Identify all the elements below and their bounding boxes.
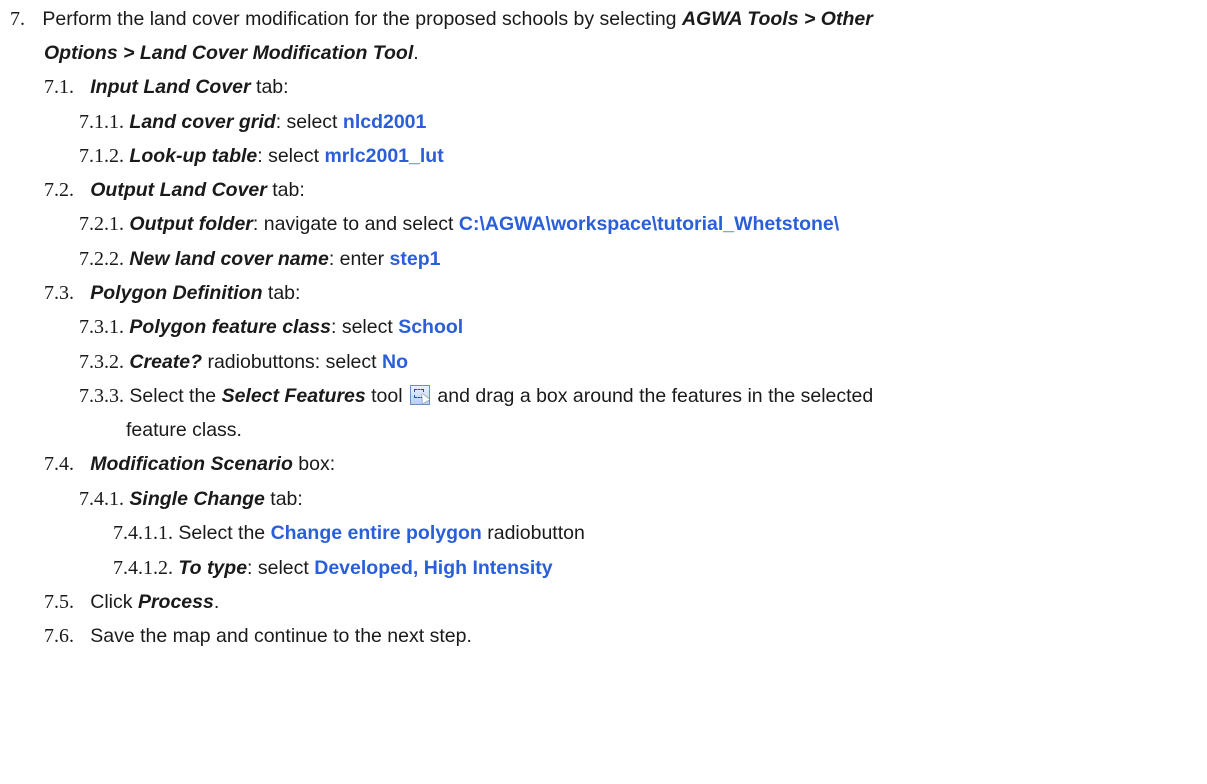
step-number: 7.	[10, 8, 25, 30]
step-number: 7.2.2.	[79, 248, 124, 270]
step-text: Click	[90, 591, 138, 613]
step-number: 7.6.	[44, 625, 74, 647]
step-number: 7.5.	[44, 591, 74, 613]
step-number: 7.3.3.	[79, 385, 124, 407]
step-7-3: 7.3. Polygon Definition tab:	[44, 280, 300, 306]
step-number: 7.4.1.2.	[113, 557, 173, 579]
field-label: Output folder	[129, 213, 253, 235]
period: .	[413, 42, 419, 64]
step-7-4-1-2: 7.4.1.2. To type: select Developed, High…	[113, 555, 553, 581]
step-7-3-3-cont: feature class.	[126, 417, 242, 443]
tab-name: Single Change	[129, 488, 265, 510]
select-features-icon	[410, 385, 430, 405]
step-7-4: 7.4. Modification Scenario box:	[44, 451, 335, 477]
step-text: Select the	[178, 522, 271, 544]
step-7-4-1: 7.4.1. Single Change tab:	[79, 486, 303, 512]
field-value: No	[381, 351, 408, 373]
field-value: Developed, High Intensity	[314, 557, 553, 579]
field-value: School	[398, 316, 464, 338]
period: .	[213, 591, 220, 613]
step-text: and drag a box around the features in th…	[432, 385, 874, 407]
step-7-3-1: 7.3.1. Polygon feature class: select Sch…	[79, 314, 463, 340]
step-number: 7.1.2.	[79, 145, 124, 167]
step-text: tab:	[250, 76, 289, 98]
step-text: : select	[331, 316, 399, 338]
step-7-1-2: 7.1.2. Look-up table: select mrlc2001_lu…	[79, 143, 444, 169]
step-number: 7.4.	[44, 453, 74, 475]
step-7-line-2: Options > Land Cover Modification Tool.	[44, 40, 419, 66]
step-text: : navigate to and select	[252, 213, 459, 235]
step-text: : select	[247, 557, 315, 579]
field-value: C:\AGWA\workspace\tutorial_Whetstone\	[458, 213, 840, 235]
field-value: step1	[389, 248, 441, 270]
step-text: Select the	[129, 385, 222, 407]
field-value: mrlc2001_lut	[324, 145, 444, 167]
step-number: 7.4.1.	[79, 488, 124, 510]
step-7-1: 7.1. Input Land Cover tab:	[44, 74, 289, 100]
step-text: box:	[292, 453, 336, 475]
option-value: Change entire polygon	[270, 522, 482, 544]
tool-name: Select Features	[221, 385, 366, 407]
step-number: 7.1.	[44, 76, 74, 98]
tab-name: Input Land Cover	[90, 76, 251, 98]
field-label: Create?	[129, 351, 203, 373]
step-number: 7.3.2.	[79, 351, 124, 373]
step-7-2-1: 7.2.1. Output folder: navigate to and se…	[79, 211, 839, 237]
tab-name: Output Land Cover	[90, 179, 267, 201]
step-text: Perform the land cover modification for …	[42, 8, 682, 30]
menu-path-cont: Options > Land Cover Modification Tool	[44, 42, 414, 64]
field-value: nlcd2001	[342, 111, 427, 133]
step-text: tab:	[262, 282, 301, 304]
step-7-line-1: 7. Perform the land cover modification f…	[10, 6, 873, 32]
field-label: To type	[178, 557, 248, 579]
step-text: radiobuttons: select	[202, 351, 382, 373]
step-number: 7.3.	[44, 282, 74, 304]
step-7-2: 7.2. Output Land Cover tab:	[44, 177, 305, 203]
step-number: 7.2.1.	[79, 213, 124, 235]
menu-path: AGWA Tools > Other	[681, 8, 873, 30]
step-text: tab:	[266, 179, 305, 201]
step-number: 7.3.1.	[79, 316, 124, 338]
box-name: Modification Scenario	[90, 453, 293, 475]
step-text: radiobutton	[481, 522, 585, 544]
step-7-3-3: 7.3.3. Select the Select Features tool a…	[79, 383, 873, 409]
step-text: Save the map and continue to the next st…	[90, 625, 472, 647]
step-text: : select	[257, 145, 325, 167]
step-number: 7.2.	[44, 179, 74, 201]
tab-name: Polygon Definition	[90, 282, 263, 304]
step-7-5: 7.5. Click Process.	[44, 589, 219, 615]
step-text: tool	[365, 385, 403, 407]
step-7-3-2: 7.3.2. Create? radiobuttons: select No	[79, 349, 408, 375]
step-7-2-2: 7.2.2. New land cover name: enter step1	[79, 246, 441, 272]
action-name: Process	[137, 591, 214, 613]
step-number: 7.1.1.	[79, 111, 124, 133]
field-label: Look-up table	[129, 145, 258, 167]
field-label: New land cover name	[129, 248, 329, 270]
step-7-4-1-1: 7.4.1.1. Select the Change entire polygo…	[113, 520, 585, 546]
step-7-1-1: 7.1.1. Land cover grid: select nlcd2001	[79, 109, 426, 135]
step-text: tab:	[264, 488, 303, 510]
step-7-6: 7.6. Save the map and continue to the ne…	[44, 623, 472, 649]
field-label: Land cover grid	[129, 111, 276, 133]
step-text: : enter	[328, 248, 390, 270]
step-number: 7.4.1.1.	[113, 522, 173, 544]
step-text: : select	[275, 111, 343, 133]
step-text: feature class.	[126, 419, 242, 441]
field-label: Polygon feature class	[129, 316, 331, 338]
